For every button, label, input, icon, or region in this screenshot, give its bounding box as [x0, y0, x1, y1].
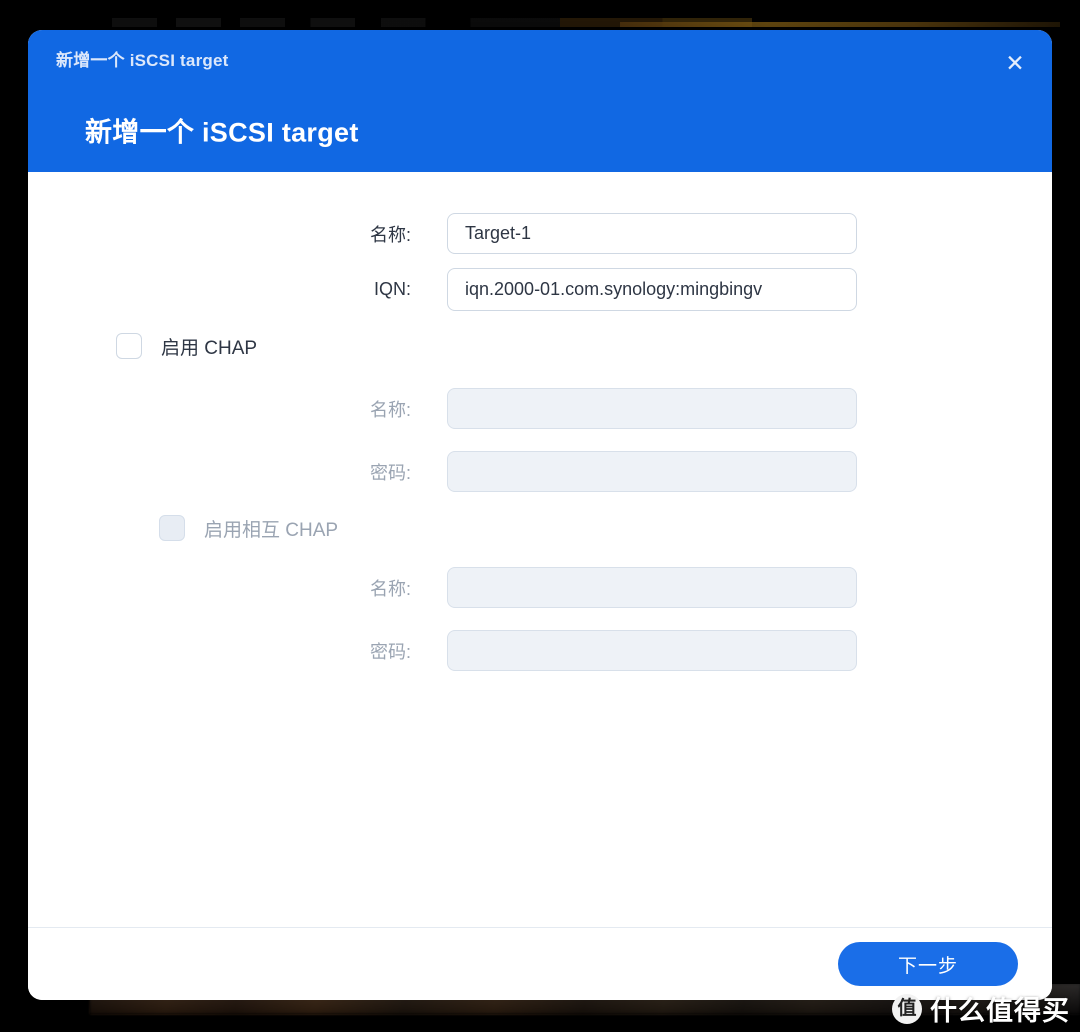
dialog-header: 新增一个 iSCSI target 新增一个 iSCSI target ✕ [28, 30, 1052, 172]
enable-mutual-chap-row: 启用相互 CHAP [28, 502, 1052, 554]
watermark-logo-icon: 值 [892, 993, 922, 1024]
mutual-name-input [447, 567, 857, 608]
form-row-chap-name: 名称: [28, 383, 1052, 434]
enable-chap-label: 启用 CHAP [161, 337, 258, 359]
watermark: 值 什么值得买 [892, 989, 1070, 1028]
enable-mutual-chap-label: 启用相互 CHAP [204, 519, 339, 541]
dialog-titlebar-title: 新增一个 iSCSI target [56, 51, 229, 70]
chap-password-input [447, 451, 857, 492]
watermark-text: 什么值得买 [930, 996, 1070, 1026]
enable-chap-checkbox[interactable] [116, 333, 142, 359]
form-row-name: 名称: [28, 208, 1052, 259]
form-row-chap-password: 密码: [28, 446, 1052, 497]
section-spacer-2 [28, 554, 1052, 562]
form-row-iqn: IQN: [28, 264, 1052, 315]
enable-chap-row[interactable]: 启用 CHAP [28, 320, 1052, 372]
iscsi-target-dialog: 新增一个 iSCSI target 新增一个 iSCSI target ✕ 名称… [28, 30, 1052, 1000]
enable-mutual-chap-checkbox [159, 515, 185, 541]
form-row-mutual-name: 名称: [28, 562, 1052, 613]
name-input[interactable] [447, 213, 857, 254]
dialog-body: 名称: IQN: 启用 CHAP 名称: 密码: 启用相互 CHAP [28, 172, 1052, 927]
close-icon[interactable]: ✕ [996, 44, 1034, 82]
next-button[interactable]: 下一步 [838, 942, 1018, 986]
iqn-label: IQN: [373, 279, 411, 299]
name-label: 名称: [369, 224, 411, 245]
chap-name-input [447, 388, 857, 429]
iqn-input[interactable] [447, 268, 857, 311]
dialog-heading: 新增一个 iSCSI target [85, 117, 359, 148]
form-row-mutual-password: 密码: [28, 625, 1052, 676]
background-ghost-warm-band [620, 22, 1060, 27]
desktop-background-top [0, 0, 1080, 30]
mutual-name-label: 名称: [369, 578, 411, 599]
mutual-password-input [447, 630, 857, 671]
mutual-password-label: 密码: [369, 641, 411, 662]
chap-name-label: 名称: [369, 399, 411, 420]
chap-password-label: 密码: [369, 462, 411, 483]
